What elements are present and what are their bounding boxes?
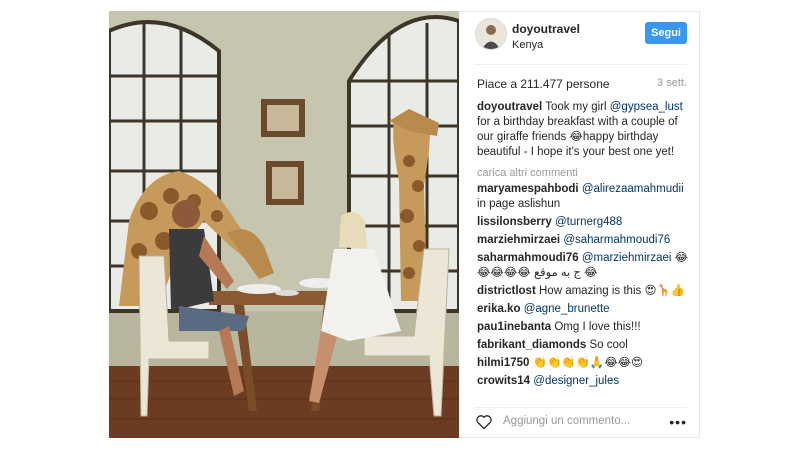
comment-item: lissilonsberry @turnerg488: [477, 215, 691, 230]
comment-item: maryamespahbodi @alirezaamahmudii in pag…: [477, 182, 691, 212]
comment-username[interactable]: saharmahmoudi76: [477, 252, 579, 264]
comment-item: districtlost How amazing is this 😍🦒👍: [477, 284, 691, 299]
post-details-panel: doyoutravel Kenya Segui Piace a 211.477 …: [459, 11, 700, 438]
post-timestamp[interactable]: 3 sett.: [657, 77, 687, 89]
comment-text: So cool: [589, 339, 628, 351]
add-comment-bar: Aggiungi un commento... •••: [475, 407, 687, 432]
comment-item: erika.ko @agne_brunette: [477, 302, 691, 317]
caption-text-before: Took my girl: [545, 101, 607, 113]
comment-username[interactable]: lissilonsberry: [477, 216, 552, 228]
comment-text: in page aslishun: [477, 198, 561, 210]
header-divider: [475, 64, 687, 65]
comment-text: How amazing is this 😍🦒👍: [539, 285, 686, 297]
comment-item: marziehmirzaei @saharmahmoudi76: [477, 233, 691, 248]
load-more-comments-link[interactable]: carica altri commenti: [477, 167, 578, 179]
add-comment-input[interactable]: Aggiungi un commento...: [503, 415, 630, 427]
comment-text: 👏👏👏👏🙏😂😂😍: [532, 357, 644, 369]
comment-username[interactable]: hilmi1750: [477, 357, 529, 369]
comment-item: hilmi1750 👏👏👏👏🙏😂😂😍: [477, 356, 691, 371]
heart-outline-icon: [476, 415, 492, 430]
comment-text: Omg I love this!!!: [554, 321, 641, 333]
post-header: doyoutravel Kenya Segui: [475, 18, 687, 58]
comment-username[interactable]: marziehmirzaei: [477, 234, 560, 246]
comments-list: maryamespahbodi @alirezaamahmudii in pag…: [477, 182, 691, 392]
comment-username[interactable]: districtlost: [477, 285, 536, 297]
giraffe-breakfast-photo: [109, 11, 459, 438]
post-photo[interactable]: [109, 11, 459, 438]
comment-item: pau1inebanta Omg I love this!!!: [477, 320, 691, 335]
caption-text-after: for a birthday breakfast with a couple o…: [477, 116, 678, 158]
comment-mention[interactable]: @turnerg488: [555, 216, 622, 228]
comment-mention[interactable]: @saharmahmoudi76: [563, 234, 670, 246]
likes-count[interactable]: Piace a 211.477 persone: [477, 77, 610, 91]
comment-mention[interactable]: @marziehmirzaei: [582, 252, 672, 264]
comment-item: crowits14 @designer_jules: [477, 374, 691, 389]
comment-mention[interactable]: @designer_jules: [533, 375, 619, 387]
comment-mention[interactable]: @agne_brunette: [524, 303, 610, 315]
comment-item: saharmahmoudi76 @marziehmirzaei 😂😂😂😂😂 ج …: [477, 251, 691, 281]
caption-username[interactable]: doyoutravel: [477, 101, 542, 113]
comment-username[interactable]: maryamespahbodi: [477, 183, 579, 195]
comment-username[interactable]: crowits14: [477, 375, 530, 387]
caption-mention[interactable]: @gypsea_lust: [610, 101, 683, 113]
post-author-username[interactable]: doyoutravel: [512, 22, 580, 36]
post-location[interactable]: Kenya: [512, 39, 543, 51]
post-caption: doyoutravel Took my girl @gypsea_lust fo…: [477, 100, 691, 160]
comment-username[interactable]: fabrikant_diamonds: [477, 339, 586, 351]
avatar[interactable]: [475, 18, 507, 50]
comment-item: fabrikant_diamonds So cool: [477, 338, 691, 353]
follow-button[interactable]: Segui: [645, 22, 687, 44]
heart-icon[interactable]: [475, 414, 493, 435]
comment-username[interactable]: erika.ko: [477, 303, 520, 315]
more-options-icon[interactable]: •••: [669, 414, 687, 430]
user-avatar-icon: [476, 19, 506, 49]
comment-username[interactable]: pau1inebanta: [477, 321, 551, 333]
comment-mention[interactable]: @alirezaamahmudii: [582, 183, 684, 195]
